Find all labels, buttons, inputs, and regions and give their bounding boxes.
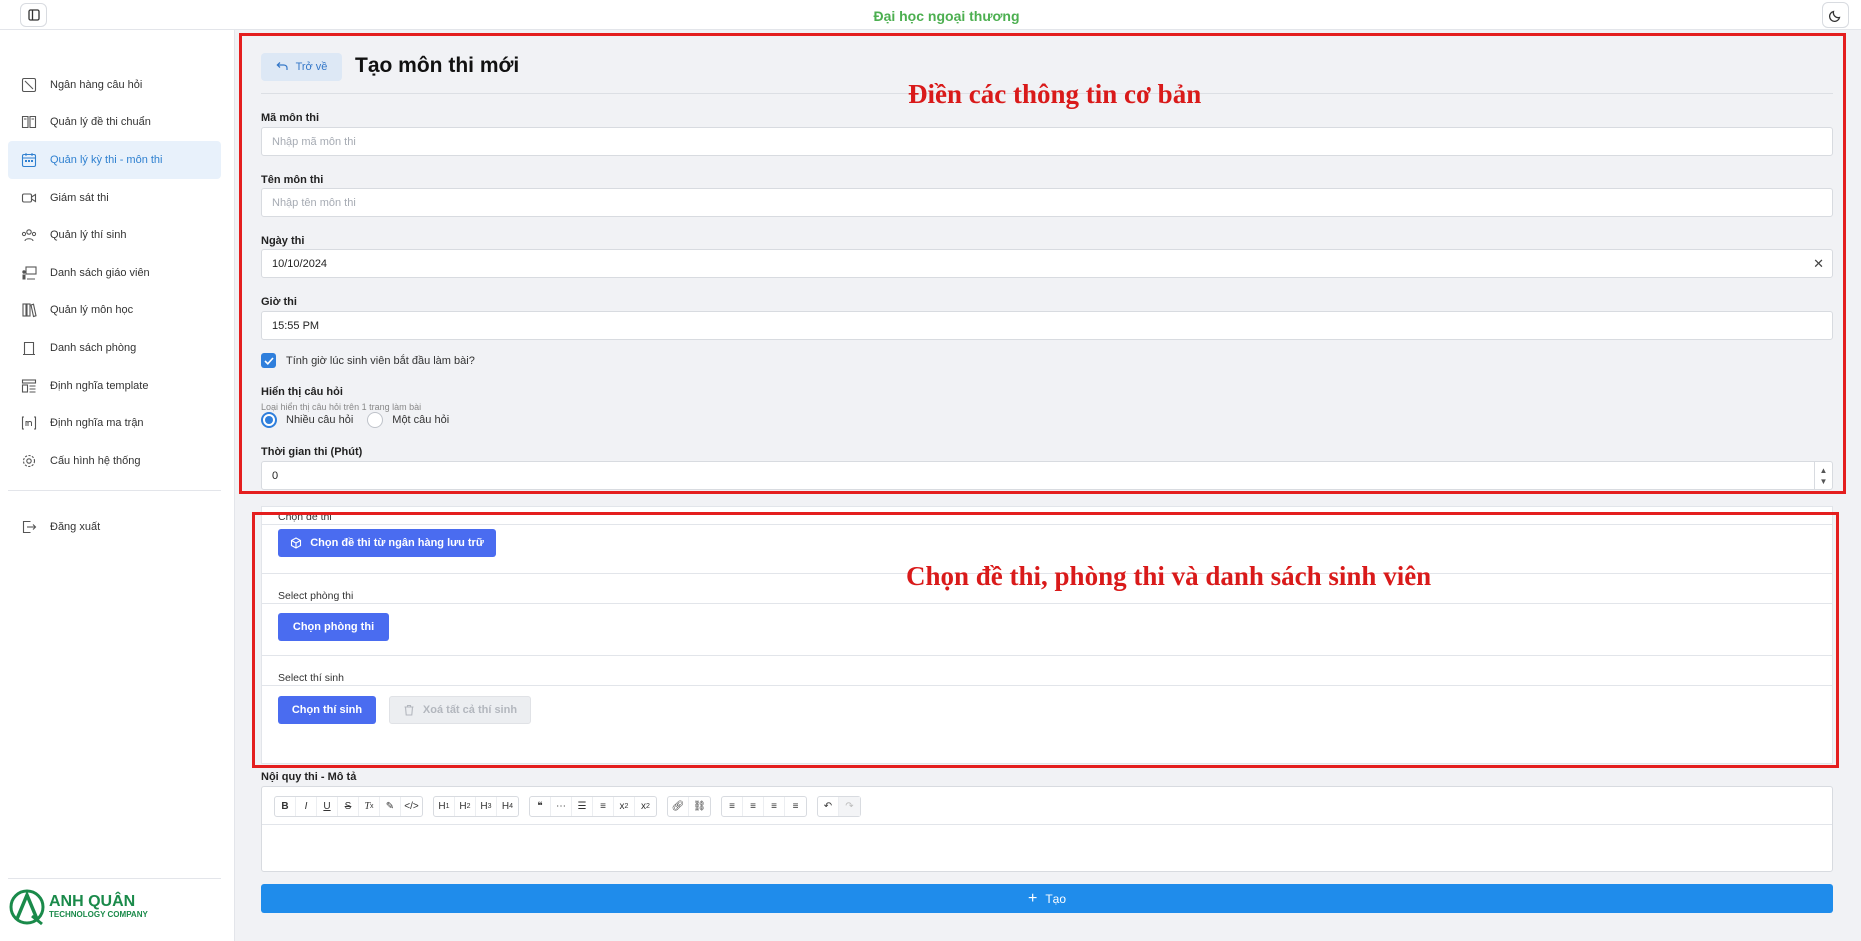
h3-button[interactable]: H3: [476, 797, 497, 816]
question-bank-icon: [20, 76, 38, 94]
underline-button[interactable]: U: [317, 797, 338, 816]
top-bar: Đại học ngoại thương: [0, 0, 1861, 30]
strike-button[interactable]: S: [338, 797, 359, 816]
sidebar-item-exam-sessions[interactable]: Quản lý kỳ thi - môn thi: [8, 141, 221, 179]
align-right-icon[interactable]: ≡: [785, 797, 806, 816]
sidebar-item-label: Cấu hình hệ thống: [50, 454, 141, 467]
logout-icon: [20, 518, 38, 536]
bullet-list-icon[interactable]: ☰: [572, 797, 593, 816]
calendar-icon: [20, 151, 38, 169]
editor-toolbar: B I U S Tx ✎ </> H1 H2 H3 H4 ❝ ⋯ ☰ ≡ x2 …: [274, 796, 871, 817]
redo-icon[interactable]: ↷: [839, 797, 860, 816]
sidebar: Ngân hàng câu hỏi Quản lý đề thi chuẩn Q…: [0, 30, 235, 941]
logo-tagline: TECHNOLOGY COMPANY: [49, 910, 148, 919]
bold-button[interactable]: B: [275, 797, 296, 816]
subscript-button[interactable]: x2: [614, 797, 635, 816]
matrix-icon: [20, 414, 38, 432]
clear-format-button[interactable]: Tx: [359, 797, 380, 816]
door-icon: [20, 339, 38, 357]
company-logo: ANH QUÂN TECHNOLOGY COMPANY: [8, 888, 148, 926]
superscript-button[interactable]: x2: [635, 797, 656, 816]
library-icon: [20, 301, 38, 319]
format-group: B I U S Tx ✎ </>: [274, 796, 423, 817]
logout-label: Đăng xuất: [50, 520, 101, 533]
undo-icon[interactable]: ↶: [818, 797, 839, 816]
h1-button[interactable]: H1: [434, 797, 455, 816]
video-icon: [20, 189, 38, 207]
book-icon: [20, 113, 38, 131]
sidebar-item-label: Danh sách giáo viên: [50, 266, 150, 279]
sidebar-item-rooms[interactable]: Danh sách phòng: [8, 329, 221, 367]
create-label: Tạo: [1045, 891, 1067, 906]
h2-button[interactable]: H2: [455, 797, 476, 816]
numbered-list-icon[interactable]: ≡: [593, 797, 614, 816]
highlight-icon[interactable]: ✎: [380, 797, 401, 816]
sidebar-item-label: Ngân hàng câu hỏi: [50, 78, 143, 91]
heading-group: H1 H2 H3 H4: [433, 796, 519, 817]
sidebar-item-question-bank[interactable]: Ngân hàng câu hỏi: [8, 66, 221, 104]
sidebar-item-label: Danh sách phòng: [50, 341, 137, 354]
moon-icon: [1828, 10, 1840, 22]
h4-button[interactable]: H4: [497, 797, 518, 816]
link-group: 🔗︎ ⛓︎: [667, 796, 711, 817]
sidebar-item-label: Giám sát thi: [50, 191, 109, 204]
theme-toggle-button[interactable]: [1822, 2, 1849, 28]
align-group: ≡ ≡ ≡ ≡: [721, 796, 807, 817]
sidebar-item-label: Định nghĩa ma trận: [50, 417, 144, 430]
editor-divider: [262, 824, 1832, 825]
sidebar-item-teachers[interactable]: Danh sách giáo viên: [8, 254, 221, 292]
annotation-box-selection: [252, 512, 1839, 768]
gear-icon: [20, 452, 38, 470]
rules-editor[interactable]: B I U S Tx ✎ </> H1 H2 H3 H4 ❝ ⋯ ☰ ≡ x2 …: [261, 786, 1833, 872]
template-icon: [20, 377, 38, 395]
horizontal-rule-icon[interactable]: ⋯: [551, 797, 572, 816]
sidebar-item-templates[interactable]: Định nghĩa template: [8, 367, 221, 405]
sidebar-item-candidates[interactable]: Quản lý thí sinh: [8, 216, 221, 254]
sidebar-nav: Ngân hàng câu hỏi Quản lý đề thi chuẩn Q…: [8, 66, 221, 480]
sidebar-item-subjects[interactable]: Quản lý môn học: [8, 292, 221, 330]
sidebar-divider: [8, 490, 221, 491]
annotation-basic-info: Điền các thông tin cơ bản: [908, 79, 1202, 109]
sidebar-item-standard-exams[interactable]: Quản lý đề thi chuẩn: [8, 104, 221, 142]
logo-mark-icon: [9, 889, 45, 926]
plus-icon: +: [1027, 889, 1038, 907]
italic-button[interactable]: I: [296, 797, 317, 816]
sidebar-item-label: Định nghĩa template: [50, 379, 149, 392]
history-group: ↶ ↷: [817, 796, 861, 817]
code-icon[interactable]: </>: [401, 797, 422, 816]
logout-section: Đăng xuất: [8, 508, 221, 546]
logo-name: ANH QUÂN: [49, 893, 136, 910]
rules-label: Nội quy thi - Mô tả: [261, 771, 357, 783]
create-button[interactable]: + Tạo: [261, 884, 1833, 913]
block-group: ❝ ⋯ ☰ ≡ x2 x2: [529, 796, 657, 817]
sidebar-item-settings[interactable]: Cấu hình hệ thống: [8, 442, 221, 480]
align-left-icon[interactable]: ≡: [722, 797, 743, 816]
sidebar-item-label: Quản lý thí sinh: [50, 229, 127, 242]
logout-button[interactable]: Đăng xuất: [8, 508, 221, 546]
users-icon: [20, 226, 38, 244]
sidebar-bottom-divider: [8, 878, 221, 879]
annotation-selection: Chọn đề thi, phòng thi và danh sách sinh…: [906, 561, 1432, 591]
quote-icon[interactable]: ❝: [530, 797, 551, 816]
link-icon[interactable]: 🔗︎: [668, 797, 689, 816]
app-title: Đại học ngoại thương: [873, 8, 1020, 24]
sidebar-item-label: Quản lý đề thi chuẩn: [50, 116, 151, 129]
justify-icon[interactable]: ≡: [764, 797, 785, 816]
unlink-icon[interactable]: ⛓︎: [689, 797, 710, 816]
sidebar-item-label: Quản lý môn học: [50, 304, 134, 317]
sidebar-item-proctoring[interactable]: Giám sát thi: [8, 179, 221, 217]
align-center-icon[interactable]: ≡: [743, 797, 764, 816]
sidebar-item-label: Quản lý kỳ thi - môn thi: [50, 153, 163, 166]
sidebar-item-matrix[interactable]: Định nghĩa ma trận: [8, 404, 221, 442]
teacher-icon: [20, 264, 38, 282]
